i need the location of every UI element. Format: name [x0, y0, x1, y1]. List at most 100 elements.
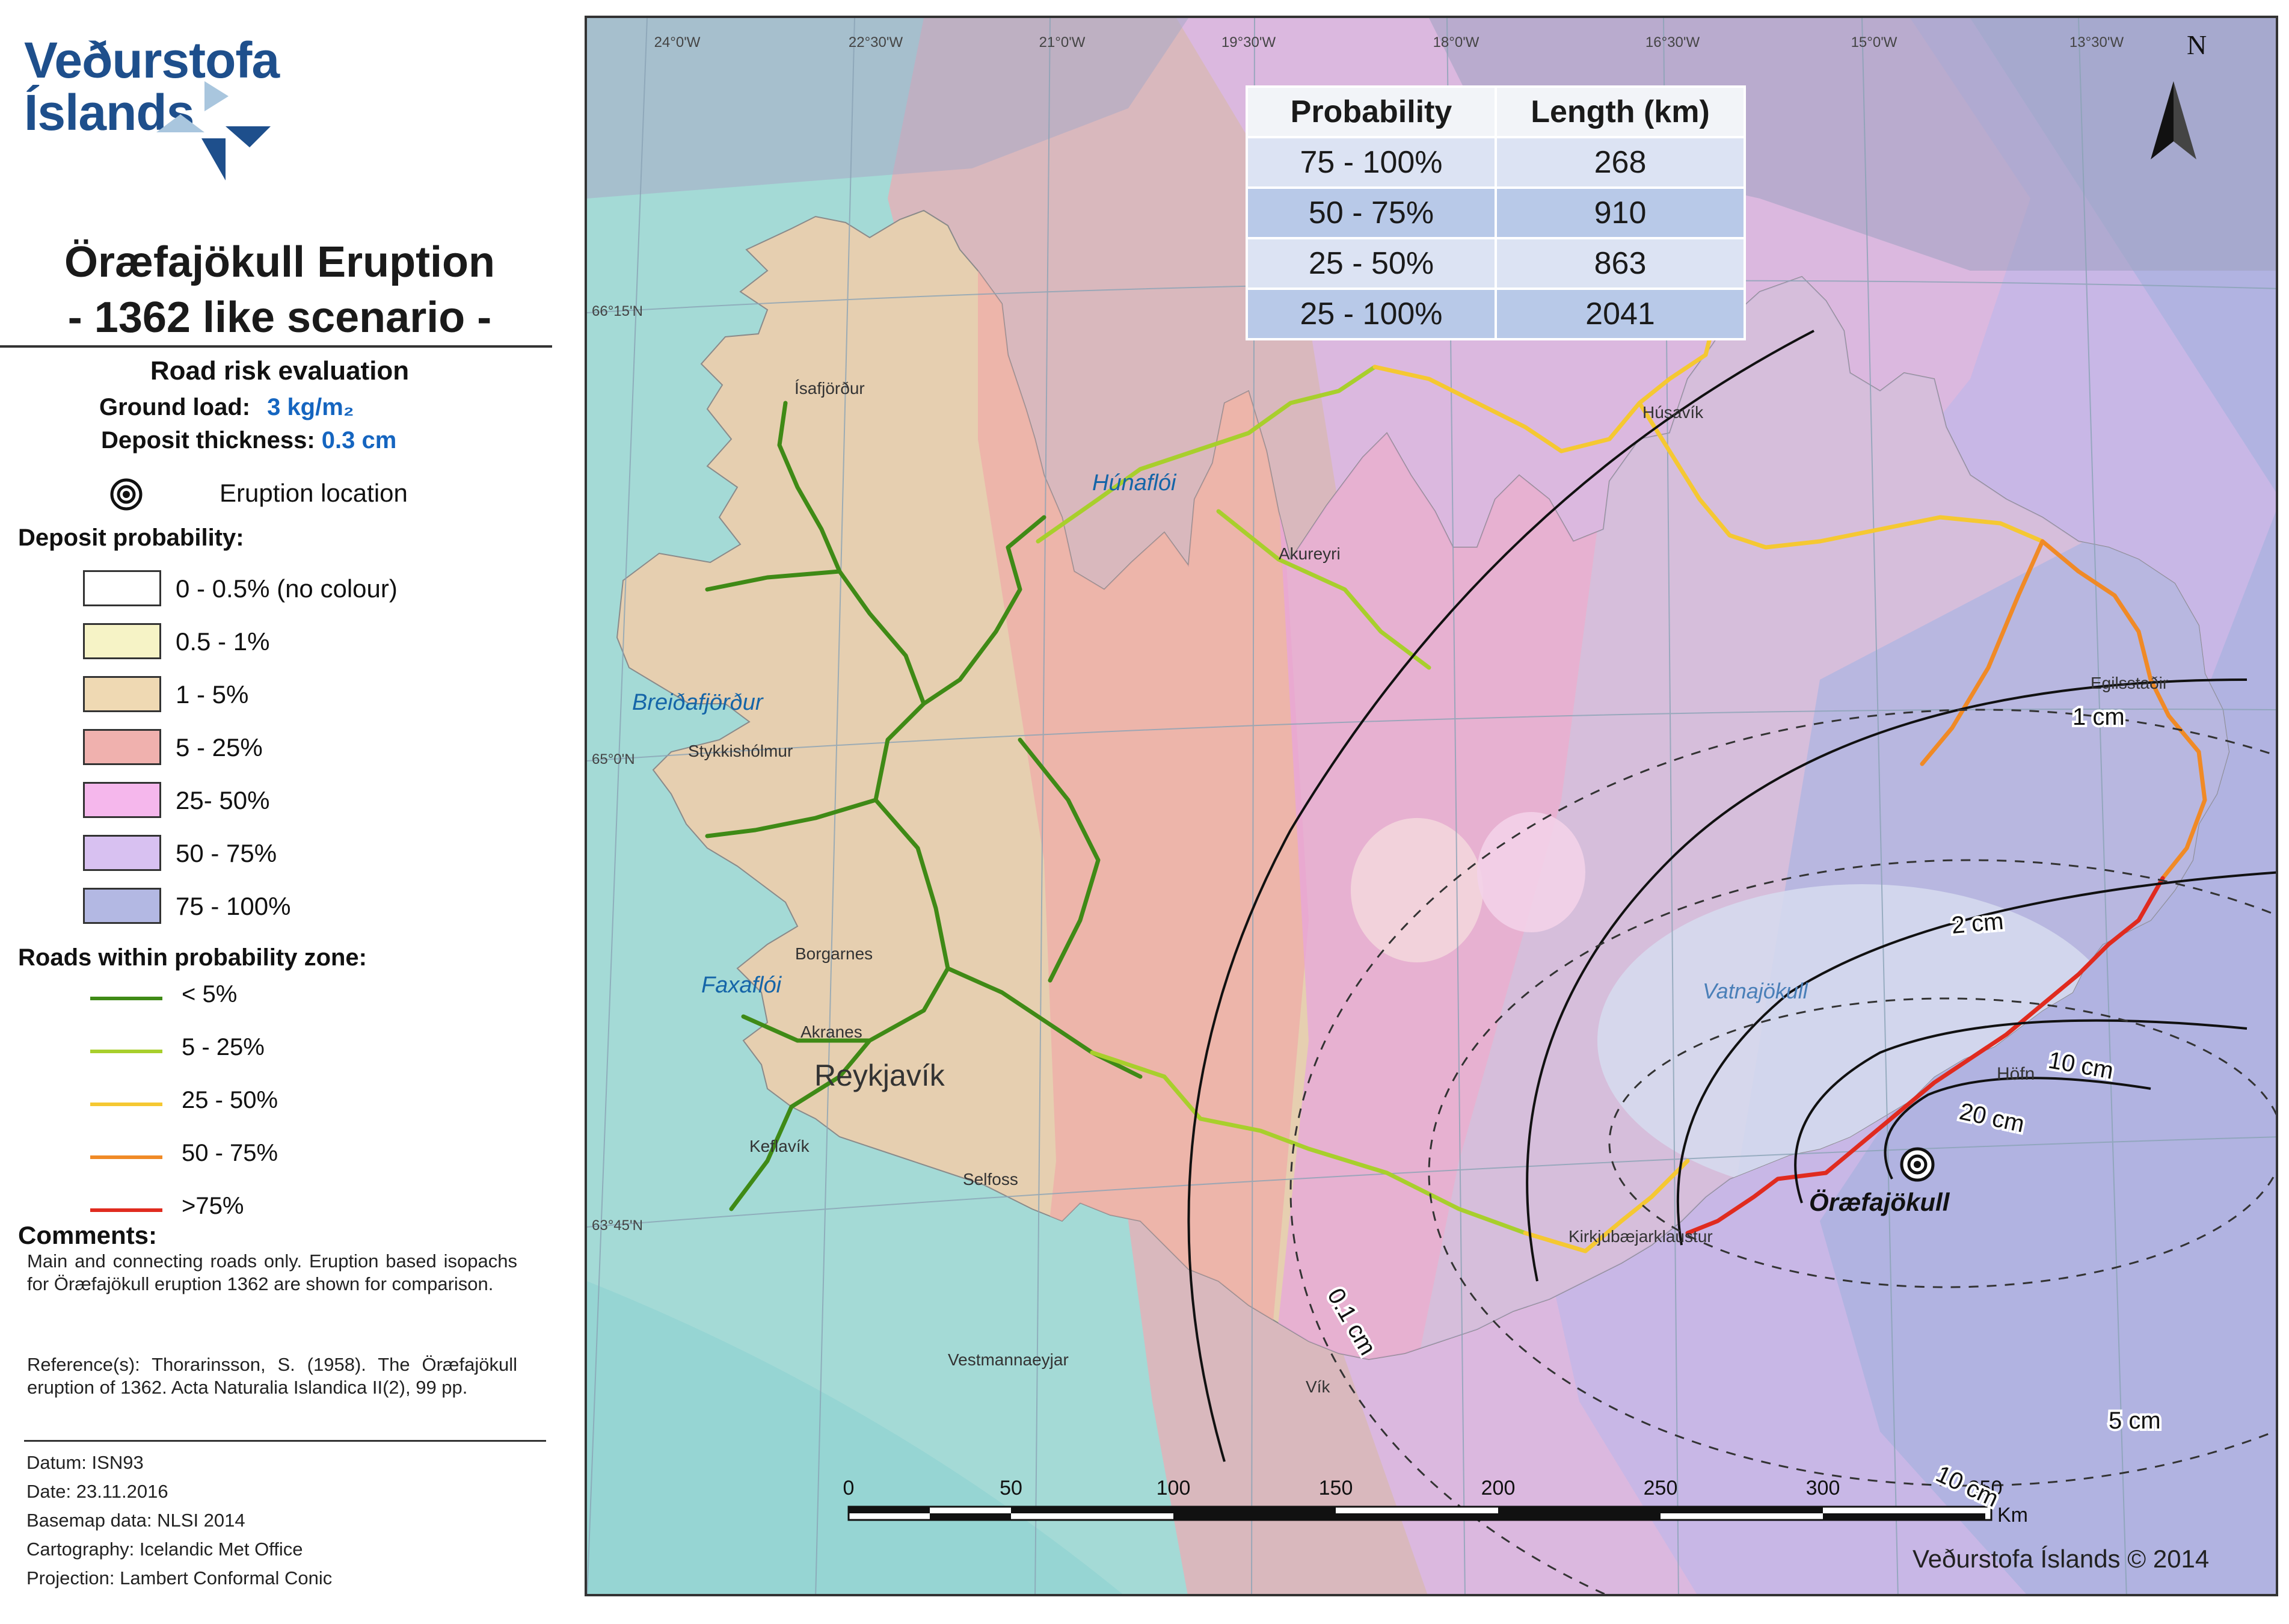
table-cell: 25 - 100%	[1246, 288, 1497, 340]
deposit-class-label: 5 - 25%	[176, 733, 263, 761]
deposit-class-label: 1 - 5%	[176, 680, 249, 709]
legend-panel: Veðurstofa Íslands Öræfajökull Eruption …	[0, 0, 559, 1624]
logo-mark-icon	[156, 81, 271, 180]
ground-load-label: Ground load:	[99, 394, 251, 420]
comments-text: Main and connecting roads only. Eruption…	[27, 1250, 517, 1294]
probability-length-table: Probability Length (km) 75 - 100% 268 50…	[1246, 85, 1746, 340]
organization-name-line1: Veðurstofa	[24, 32, 280, 88]
road-class-label: >75%	[182, 1193, 244, 1219]
table-header-length: Length (km)	[1495, 85, 1746, 138]
table-header-probability: Probability	[1246, 85, 1497, 138]
latitude-label: 65°0'N	[592, 751, 635, 767]
metadata-divider	[24, 1440, 546, 1442]
road-class-line	[90, 1208, 162, 1212]
table-cell: 75 - 100%	[1246, 136, 1497, 189]
longitude-label: 13°30'W	[2069, 34, 2124, 51]
table-row: 25 - 100% 2041	[1246, 288, 1746, 340]
table-cell: 863	[1495, 237, 1746, 290]
scale-tick-label: 0	[843, 1477, 855, 1499]
reference-text: Reference(s): Thorarinsson, S. (1958). T…	[27, 1354, 517, 1398]
place-label: Höfn	[1997, 1064, 2035, 1084]
scale-tick-label: 100	[1157, 1477, 1191, 1499]
deposit-class-label: 25- 50%	[176, 786, 270, 814]
eruption-location-label: Eruption location	[220, 479, 408, 507]
table-cell: 268	[1495, 136, 1746, 189]
scale-tick-label: 150	[1319, 1477, 1353, 1499]
table-cell: 910	[1495, 186, 1746, 239]
place-label: Ísafjörður	[794, 379, 865, 398]
road-class-label: 5 - 25%	[182, 1034, 265, 1060]
scale-tick-label: 300	[1806, 1477, 1840, 1499]
deposit-swatch	[83, 782, 161, 818]
table-cell: 50 - 75%	[1246, 186, 1497, 239]
deposit-thickness-label: Deposit thickness:	[101, 427, 315, 454]
deposit-thickness-value: 0.3 cm	[321, 427, 397, 454]
place-label: Kirkjubæjarklaustur	[1569, 1227, 1713, 1246]
deposit-swatch	[83, 835, 161, 871]
deposit-swatch	[83, 729, 161, 765]
scale-tick-label: 250	[1644, 1477, 1678, 1499]
longitude-label: 24°0'W	[654, 34, 701, 51]
north-label: N	[2187, 29, 2207, 60]
comments-heading: Comments:	[18, 1221, 158, 1249]
scale-tick-label: 50	[1000, 1477, 1022, 1499]
place-label: Faxaflói	[701, 973, 782, 998]
place-label: Stykkishólmur	[688, 742, 793, 760]
isopach-label: 5 cm	[2109, 1407, 2161, 1434]
isopach-label: 2 cm	[1950, 908, 2005, 939]
road-class-line	[90, 1103, 162, 1106]
place-label: Vestmannaeyjar	[948, 1350, 1069, 1369]
place-label: Borgarnes	[795, 944, 873, 963]
place-label: Reykjavík	[814, 1059, 945, 1092]
longitude-label: 18°0'W	[1433, 34, 1479, 51]
deposit-swatch	[83, 676, 161, 712]
title-line1: Öræfajökull Eruption	[64, 238, 496, 286]
deposit-class-label: 0.5 - 1%	[176, 627, 270, 656]
longitude-label: 21°0'W	[1039, 34, 1086, 51]
longitude-label: 19°30'W	[1221, 34, 1276, 51]
table-cell: 25 - 50%	[1246, 237, 1497, 290]
deposit-class-label: 75 - 100%	[176, 892, 291, 920]
title-line2: - 1362 like scenario -	[67, 294, 492, 342]
place-label: Selfoss	[963, 1170, 1018, 1189]
roads-heading: Roads within probability zone:	[18, 944, 367, 971]
scale-unit-label: Km	[1997, 1504, 2028, 1527]
longitude-label: 16°30'W	[1645, 34, 1700, 51]
latitude-label: 63°45'N	[592, 1217, 643, 1234]
road-class-line	[90, 1050, 162, 1053]
place-label: Vatnajökull	[1703, 979, 1808, 1003]
map-frame: N 0 50 100 150 200 250 300 350 Km 24°0'W 22°30'W 2…	[585, 16, 2278, 1596]
scale-tick-label: 200	[1481, 1477, 1516, 1499]
projection-text: Projection: Lambert Conformal Conic	[26, 1567, 333, 1589]
deposit-swatch	[83, 570, 161, 606]
basemap-text: Basemap data: NLSI 2014	[26, 1510, 245, 1531]
deposit-probability-heading: Deposit probability:	[18, 524, 244, 551]
place-label: Breiðafjörður	[632, 690, 764, 715]
date-text: Date: 23.11.2016	[26, 1481, 168, 1502]
road-class-line	[90, 1155, 162, 1159]
eruption-marker	[1900, 1147, 1935, 1182]
table-row: 25 - 50% 863	[1246, 237, 1746, 290]
cartography-text: Cartography: Icelandic Met Office	[26, 1539, 303, 1560]
table-row: 50 - 75% 910	[1246, 186, 1746, 239]
place-label: Keflavík	[749, 1137, 810, 1155]
ground-load-row: Ground load: 3 kg/m₂	[99, 394, 354, 421]
eruption-location-icon	[110, 478, 143, 511]
road-class-label: < 5%	[182, 981, 238, 1007]
scale-bar	[847, 1506, 1993, 1521]
map-title: Öræfajökull Eruption - 1362 like scenari…	[0, 235, 559, 345]
place-label: Egilsstaðir	[2091, 674, 2168, 692]
deposit-swatch	[83, 888, 161, 924]
datum-text: Datum: ISN93	[26, 1452, 144, 1473]
longitude-label: 22°30'W	[849, 34, 903, 51]
road-risk-heading: Road risk evaluation	[150, 356, 410, 386]
ground-load-value: 3 kg/m₂	[267, 394, 354, 420]
road-class-label: 25 - 50%	[182, 1087, 278, 1113]
road-class-label: 50 - 75%	[182, 1140, 278, 1166]
deposit-class-label: 0 - 0.5% (no colour)	[176, 574, 398, 603]
deposit-swatch	[83, 623, 161, 659]
longitude-label: 15°0'W	[1851, 34, 1897, 51]
latitude-label: 66°15'N	[592, 303, 643, 319]
table-cell: 2041	[1495, 288, 1746, 340]
table-row: 75 - 100% 268	[1246, 136, 1746, 189]
